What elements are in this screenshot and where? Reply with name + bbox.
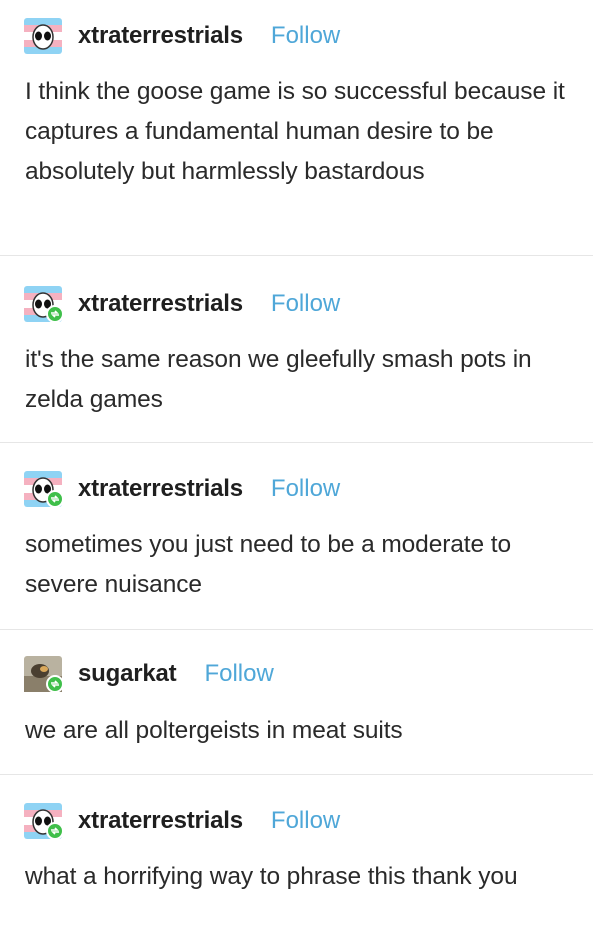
- reblog-thread: xtraterrestrials Follow I think the goos…: [0, 0, 593, 941]
- follow-button[interactable]: Follow: [271, 22, 340, 50]
- follow-button[interactable]: Follow: [271, 290, 340, 318]
- reblog-badge-icon: [46, 822, 62, 839]
- post-text: what a horrifying way to phrase this tha…: [25, 863, 518, 890]
- alien-icon[interactable]: [24, 803, 62, 839]
- alien-icon[interactable]: [24, 286, 62, 322]
- post-3: xtraterrestrials Follow sometimes you ju…: [0, 443, 593, 630]
- username[interactable]: xtraterrestrials: [78, 290, 243, 318]
- post-4: sugarkat Follow we are all poltergeists …: [0, 630, 593, 775]
- reblog-badge-icon: [46, 490, 62, 507]
- reblog-badge-icon: [46, 675, 62, 692]
- post-header: xtraterrestrials Follow: [24, 801, 340, 841]
- follow-button[interactable]: Follow: [271, 475, 340, 503]
- photo-avatar-icon[interactable]: [24, 656, 62, 692]
- alien-icon[interactable]: [24, 471, 62, 507]
- post-header: xtraterrestrials Follow: [24, 469, 340, 509]
- username[interactable]: xtraterrestrials: [78, 475, 243, 503]
- post-2: xtraterrestrials Follow it's the same re…: [0, 256, 593, 443]
- post-header: xtraterrestrials Follow: [24, 284, 340, 324]
- post-text: I think the goose game is so successful …: [25, 78, 565, 185]
- post-1: xtraterrestrials Follow I think the goos…: [0, 0, 593, 256]
- alien-icon[interactable]: [24, 18, 62, 54]
- post-header: sugarkat Follow: [24, 654, 274, 694]
- post-5: xtraterrestrials Follow what a horrifyin…: [0, 775, 593, 941]
- follow-button[interactable]: Follow: [271, 807, 340, 835]
- follow-button[interactable]: Follow: [204, 660, 273, 688]
- username[interactable]: xtraterrestrials: [78, 807, 243, 835]
- post-text: it's the same reason we gleefully smash …: [25, 346, 532, 413]
- username[interactable]: sugarkat: [78, 660, 177, 688]
- post-text: we are all poltergeists in meat suits: [25, 717, 403, 744]
- username[interactable]: xtraterrestrials: [78, 22, 243, 50]
- post-text: sometimes you just need to be a moderate…: [25, 531, 511, 598]
- post-header: xtraterrestrials Follow: [24, 16, 340, 56]
- reblog-badge-icon: [46, 305, 62, 322]
